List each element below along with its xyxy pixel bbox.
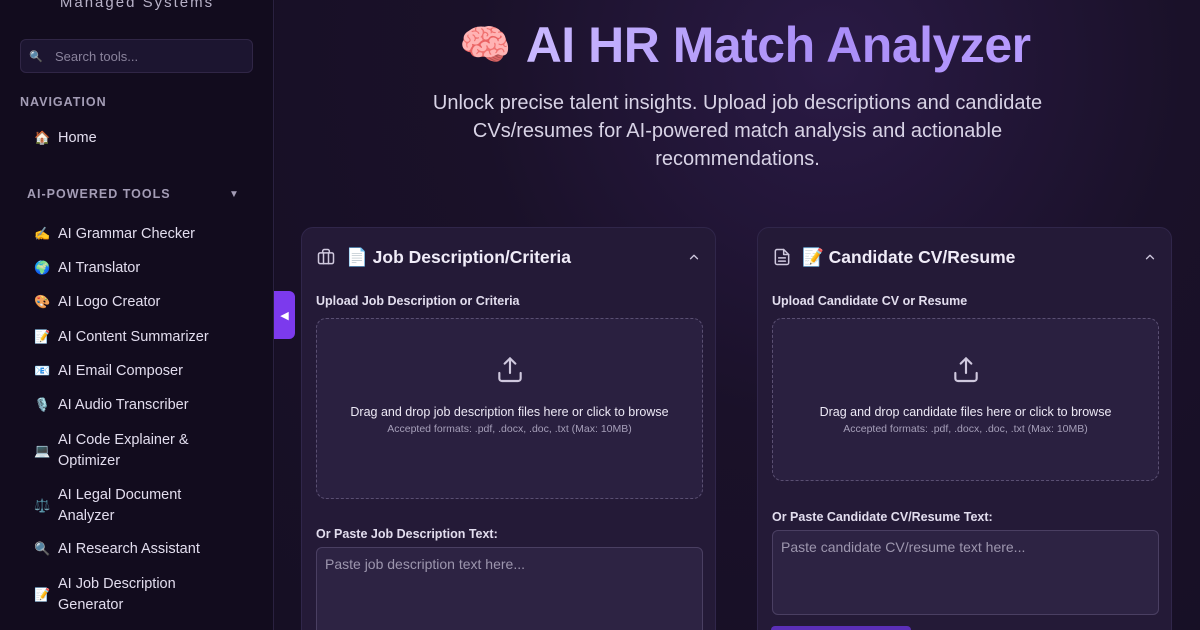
palette-icon: 🎨 <box>34 294 51 310</box>
cv-dropzone-text: Drag and drop candidate files here or cl… <box>819 405 1112 419</box>
sidebar-item-translator[interactable]: 🌍 AI Translator <box>34 258 254 279</box>
job-description-card: 📄 Job Description/Criteria Upload Job De… <box>301 227 716 630</box>
sidebar-item-job-description-generator[interactable]: 📝 AI Job Description Generator <box>34 574 254 615</box>
sidebar-item-code-explainer[interactable]: 💻 AI Code Explainer & Optimizer <box>34 430 254 471</box>
sidebar-item-label: AI Logo Creator <box>58 294 161 310</box>
cv-card-title: 📝 Candidate CV/Resume <box>802 246 1016 267</box>
sidebar-item-label: AI Code Explainer & Optimizer <box>58 432 189 469</box>
main-content: 🧠 AI HR Match Analyzer Unlock precise ta… <box>275 0 1200 630</box>
briefcase-icon <box>316 247 346 267</box>
sidebar: Managed Systems 🔍 NAVIGATION 🏠 Home AI-P… <box>0 0 274 630</box>
globe-icon: 🌍 <box>34 260 51 276</box>
sidebar-item-label: AI Research Assistant <box>58 541 200 557</box>
job-card-title: 📄 Job Description/Criteria <box>346 246 572 267</box>
scales-icon: ⚖️ <box>34 497 51 513</box>
sidebar-item-email-composer[interactable]: 📧 AI Email Composer <box>34 361 254 382</box>
sidebar-item-research-assistant[interactable]: 🔍 AI Research Assistant <box>34 539 254 560</box>
sidebar-item-label: AI Translator <box>58 260 141 276</box>
memo-icon: 📝 <box>34 586 51 602</box>
chevron-up-icon[interactable] <box>1143 250 1157 264</box>
analyze-button[interactable] <box>771 626 911 630</box>
email-icon: 📧 <box>34 363 51 379</box>
job-dropzone[interactable]: Drag and drop job description files here… <box>316 318 703 499</box>
sidebar-item-grammar-checker[interactable]: ✍️ AI Grammar Checker <box>34 224 254 245</box>
cv-upload-label: Upload Candidate CV or Resume <box>772 294 968 308</box>
sidebar-item-label: AI Email Composer <box>58 363 183 379</box>
search-icon: 🔍 <box>29 50 43 63</box>
job-accepted-formats: Accepted formats: .pdf, .docx, .doc, .tx… <box>387 423 632 435</box>
sidebar-item-content-summarizer[interactable]: 📝 AI Content Summarizer <box>34 327 254 348</box>
cv-dropzone[interactable]: Drag and drop candidate files here or cl… <box>772 318 1159 481</box>
sidebar-item-label: AI Grammar Checker <box>58 226 195 242</box>
sidebar-item-audio-transcriber[interactable]: 🎙️ AI Audio Transcriber <box>34 395 254 416</box>
upload-icon <box>950 353 982 390</box>
sidebar-item-label: AI Audio Transcriber <box>58 397 189 413</box>
page-title: 🧠 AI HR Match Analyzer <box>425 14 1065 76</box>
job-paste-label: Or Paste Job Description Text: <box>316 527 498 541</box>
document-icon <box>772 247 802 267</box>
magnifier-icon: 🔍 <box>34 541 51 557</box>
caret-left-icon: ◀ <box>280 309 289 322</box>
ai-tools-heading[interactable]: AI-POWERED TOOLS <box>27 187 171 201</box>
search-input[interactable] <box>55 48 235 64</box>
job-upload-label: Upload Job Description or Criteria <box>316 294 520 308</box>
sidebar-item-label: AI Job Description Generator <box>58 576 176 613</box>
search-box[interactable]: 🔍 <box>20 39 253 73</box>
sidebar-item-label: Home <box>58 130 97 146</box>
job-description-textarea[interactable] <box>316 547 703 630</box>
sidebar-collapse-button[interactable]: ◀ <box>274 291 295 339</box>
brand-subtitle: Managed Systems <box>59 0 215 11</box>
cv-card-header[interactable]: 📝 Candidate CV/Resume <box>772 242 1157 272</box>
cv-accepted-formats: Accepted formats: .pdf, .docx, .doc, .tx… <box>843 423 1088 435</box>
memo-icon: 📝 <box>34 329 51 345</box>
microphone-icon: 🎙️ <box>34 397 51 413</box>
sidebar-item-logo-creator[interactable]: 🎨 AI Logo Creator <box>34 292 254 313</box>
writing-hand-icon: ✍️ <box>34 226 51 242</box>
candidate-cv-card: 📝 Candidate CV/Resume Upload Candidate C… <box>757 227 1172 630</box>
laptop-icon: 💻 <box>34 442 51 458</box>
job-card-header[interactable]: 📄 Job Description/Criteria <box>316 242 701 272</box>
navigation-heading: NAVIGATION <box>20 95 107 109</box>
chevron-up-icon[interactable] <box>687 250 701 264</box>
sidebar-item-legal-analyzer[interactable]: ⚖️ AI Legal Document Analyzer <box>34 485 254 526</box>
sidebar-item-label: AI Legal Document Analyzer <box>58 487 182 524</box>
brain-icon: 🧠 <box>459 20 512 68</box>
caret-down-icon[interactable]: ▼ <box>229 189 239 200</box>
cv-paste-label: Or Paste Candidate CV/Resume Text: <box>772 510 993 524</box>
sidebar-item-label: AI Content Summarizer <box>58 329 209 345</box>
page-title-text: AI HR Match Analyzer <box>525 17 1031 73</box>
home-icon: 🏠 <box>34 130 51 146</box>
upload-icon <box>494 353 526 390</box>
page-subtitle: Unlock precise talent insights. Upload j… <box>432 92 1043 170</box>
cv-textarea[interactable] <box>772 530 1159 615</box>
sidebar-item-home[interactable]: 🏠 Home <box>34 128 254 149</box>
job-dropzone-text: Drag and drop job description files here… <box>350 405 669 419</box>
